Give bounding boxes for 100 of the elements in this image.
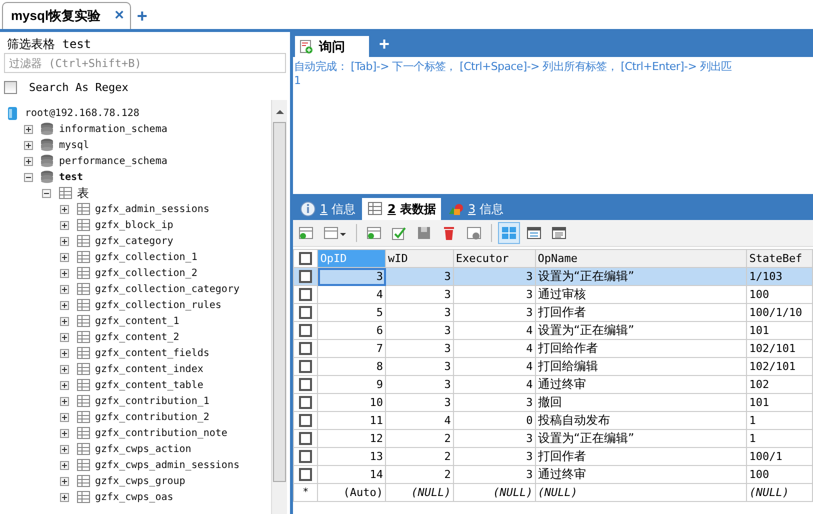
tree-item[interactable]: gzfx_contribution_2 bbox=[95, 412, 210, 422]
close-icon[interactable]: × bbox=[114, 7, 124, 25]
expand-icon[interactable] bbox=[60, 316, 69, 326]
row-checkbox[interactable] bbox=[299, 414, 312, 428]
window-tab[interactable]: mysql恢复实验 × bbox=[2, 2, 131, 29]
tree-item[interactable]: gzfx_contribution_1 bbox=[95, 396, 210, 406]
table-cell: 设置为“正在编辑” bbox=[535, 430, 747, 448]
expand-icon[interactable] bbox=[60, 380, 69, 390]
expand-icon[interactable] bbox=[60, 268, 69, 278]
column-header[interactable]: Executor bbox=[453, 250, 536, 268]
result-tab[interactable]: 1 信息 bbox=[295, 198, 360, 220]
row-checkbox[interactable] bbox=[299, 360, 312, 374]
expand-icon[interactable] bbox=[60, 332, 69, 342]
row-checkbox[interactable] bbox=[299, 342, 312, 356]
table-cell: 3 bbox=[453, 286, 536, 304]
tree-item[interactable]: mysql bbox=[59, 140, 90, 150]
table-cell: 9 bbox=[318, 376, 386, 394]
row-checkbox[interactable] bbox=[299, 252, 312, 266]
tree-item[interactable]: gzfx_cwps_admin_sessions bbox=[95, 460, 240, 470]
row-checkbox[interactable] bbox=[299, 450, 312, 464]
collapse-icon[interactable] bbox=[24, 172, 33, 182]
tree-item[interactable]: gzfx_admin_sessions bbox=[95, 204, 210, 214]
tree-item[interactable]: gzfx_collection_1 bbox=[95, 252, 198, 262]
table-icon bbox=[76, 330, 91, 344]
view-toggle[interactable] bbox=[498, 222, 520, 244]
checkbox-label: Search As Regex bbox=[29, 80, 128, 94]
expand-icon[interactable] bbox=[60, 396, 69, 406]
checkbox[interactable] bbox=[4, 80, 17, 94]
expand-icon[interactable] bbox=[60, 444, 69, 454]
tree-item[interactable]: gzfx_contribution_note bbox=[95, 428, 228, 438]
tree-item[interactable]: gzfx_collection_category bbox=[95, 284, 240, 294]
expand-icon[interactable] bbox=[60, 220, 69, 230]
row-checkbox[interactable] bbox=[299, 432, 312, 446]
tree-item[interactable]: gzfx_content_index bbox=[95, 364, 204, 374]
delete-icon bbox=[441, 225, 457, 241]
expand-icon[interactable] bbox=[24, 156, 33, 166]
scrollbar[interactable] bbox=[271, 100, 287, 514]
sql-editor[interactable]: 自动完成： [Tab]-> 下一个标签， [Ctrl+Space]-> 列出所有标签， [Ctrl+Enter]-> 列出匹 1 bbox=[293, 57, 813, 194]
filter-field[interactable]: 过滤器 (Ctrl+Shift+B) bbox=[4, 53, 286, 73]
expand-icon[interactable] bbox=[60, 284, 69, 294]
scrollbar-thumb[interactable] bbox=[273, 122, 286, 482]
database-icon bbox=[40, 138, 55, 152]
expand-icon[interactable] bbox=[60, 204, 69, 214]
tree-item[interactable]: gzfx_content_table bbox=[95, 380, 204, 390]
column-header[interactable]: OpName bbox=[535, 250, 747, 268]
expand-icon[interactable] bbox=[60, 236, 69, 246]
column-header[interactable]: StateBef bbox=[746, 250, 812, 268]
expand-icon[interactable] bbox=[24, 124, 33, 134]
expand-icon[interactable] bbox=[24, 140, 33, 150]
expand-icon[interactable] bbox=[60, 300, 69, 310]
row-checkbox[interactable] bbox=[299, 288, 312, 302]
tree-item[interactable]: gzfx_content_fields bbox=[95, 348, 210, 358]
tree-item[interactable]: gzfx_cwps_group bbox=[95, 476, 186, 486]
table-cell: 12 bbox=[318, 430, 386, 448]
expand-icon[interactable] bbox=[60, 476, 69, 486]
expand-icon[interactable] bbox=[60, 492, 69, 502]
expand-icon[interactable] bbox=[60, 412, 69, 422]
tree-item[interactable]: gzfx_content_2 bbox=[95, 332, 180, 342]
add-record-icon bbox=[298, 225, 314, 241]
add-tab-button[interactable]: + bbox=[136, 6, 148, 27]
table-cell: 3 bbox=[386, 268, 454, 286]
row-checkbox[interactable] bbox=[299, 270, 312, 284]
tree-item[interactable]: gzfx_content_1 bbox=[95, 316, 180, 326]
table-cell: 3 bbox=[386, 322, 454, 340]
tree-item[interactable]: root@192.168.78.128 bbox=[25, 108, 140, 118]
line-number: 1 bbox=[294, 74, 302, 87]
table-icon bbox=[76, 202, 91, 216]
save-icon bbox=[416, 225, 432, 241]
tree-item[interactable]: gzfx_collection_2 bbox=[95, 268, 198, 278]
table-cell: 3 bbox=[453, 448, 536, 466]
cancel-icon bbox=[466, 225, 482, 241]
tree-item[interactable]: information_schema bbox=[59, 124, 168, 134]
expand-icon[interactable] bbox=[60, 348, 69, 358]
row-checkbox[interactable] bbox=[299, 396, 312, 410]
tree-item[interactable]: gzfx_collection_rules bbox=[95, 300, 222, 310]
row-checkbox[interactable] bbox=[299, 324, 312, 338]
tree-item[interactable]: gzfx_cwps_oas bbox=[95, 492, 174, 502]
expand-icon[interactable] bbox=[60, 428, 69, 438]
expand-icon[interactable] bbox=[60, 364, 69, 374]
database-icon bbox=[40, 170, 55, 184]
row-checkbox[interactable] bbox=[299, 378, 312, 392]
tree-item[interactable]: gzfx_cwps_action bbox=[95, 444, 192, 454]
row-checkbox[interactable] bbox=[299, 306, 312, 320]
tree-item[interactable]: gzfx_block_ip bbox=[95, 220, 174, 230]
add-query-button[interactable]: + bbox=[379, 34, 390, 57]
expand-icon[interactable] bbox=[60, 252, 69, 262]
table-cell: 7 bbox=[318, 340, 386, 358]
column-header[interactable]: wID bbox=[386, 250, 454, 268]
result-tab[interactable]: 2 表数据 bbox=[362, 198, 442, 220]
table-cell: 3 bbox=[453, 304, 536, 322]
tree-item[interactable]: test bbox=[59, 172, 84, 182]
tree-item[interactable]: 表 bbox=[77, 184, 89, 202]
tree-item[interactable]: gzfx_category bbox=[95, 236, 174, 246]
query-tab[interactable]: 询问 bbox=[295, 36, 369, 57]
collapse-icon[interactable] bbox=[42, 188, 51, 198]
tree-item[interactable]: performance_schema bbox=[59, 156, 168, 166]
expand-icon[interactable] bbox=[60, 460, 69, 470]
scroll-up-icon[interactable] bbox=[276, 110, 284, 114]
row-checkbox[interactable] bbox=[299, 468, 312, 482]
result-tab[interactable]: 3 信息 bbox=[443, 198, 508, 220]
